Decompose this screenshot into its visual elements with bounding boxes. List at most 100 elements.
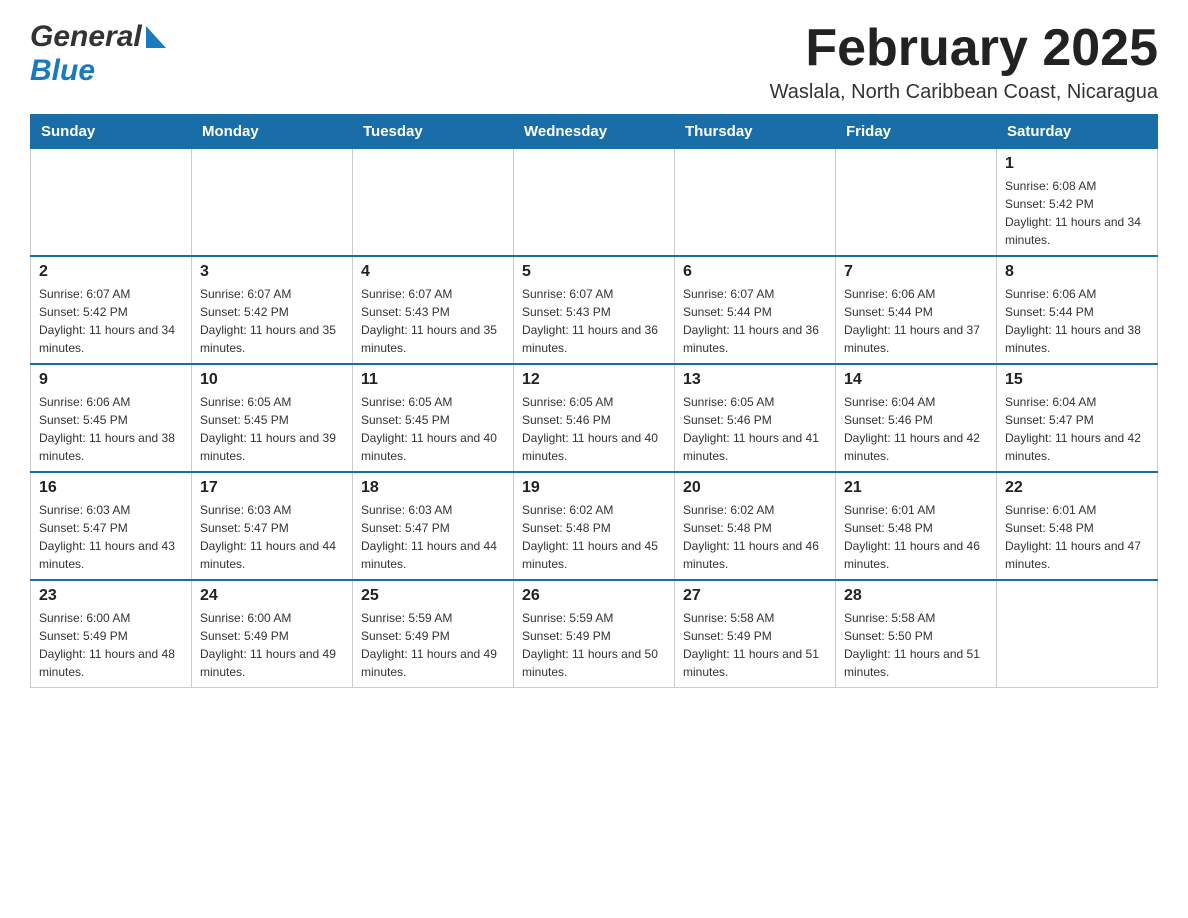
- sunset-text: Sunset: 5:44 PM: [844, 303, 988, 321]
- calendar-day-cell: 11Sunrise: 6:05 AMSunset: 5:45 PMDayligh…: [353, 364, 514, 472]
- calendar-day-cell: 2 Sunrise: 6:07 AMSunset: 5:42 PMDaylight…: [31, 256, 192, 364]
- calendar-day-cell: 9Sunrise: 6:06 AMSunset: 5:45 PMDaylight…: [31, 364, 192, 472]
- calendar-day-cell: 7 Sunrise: 6:06 AMSunset: 5:44 PMDaylight…: [836, 256, 997, 364]
- day-number: 16: [39, 479, 183, 497]
- calendar-day-cell: 15 Sunrise: 6:04 AMSunset: 5:47 PMDayligh…: [997, 364, 1158, 472]
- sunset-text: Sunset: 5:42 PM: [1005, 195, 1149, 213]
- day-number: 22: [1005, 479, 1149, 497]
- daylight-text: Daylight: 11 hours and 49 minutes.: [361, 645, 505, 681]
- day-info: Sunrise: 6:03 AMSunset: 5:47 PMDaylight:…: [361, 501, 505, 573]
- calendar-day-cell: 8Sunrise: 6:06 AMSunset: 5:44 PMDaylight…: [997, 256, 1158, 364]
- day-number: 17: [200, 479, 344, 497]
- sunset-text: Sunset: 5:45 PM: [200, 411, 344, 429]
- sunrise-text: Sunrise: 6:05 AM: [683, 393, 827, 411]
- day-number: 8: [1005, 263, 1149, 281]
- calendar-day-cell: 14Sunrise: 6:04 AMSunset: 5:46 PMDayligh…: [836, 364, 997, 472]
- day-number: 7: [844, 263, 988, 281]
- sunrise-text: Sunrise: 6:07 AM: [361, 285, 505, 303]
- calendar-day-cell: 23 Sunrise: 6:00 AMSunset: 5:49 PMDayligh…: [31, 580, 192, 688]
- sunset-text: Sunset: 5:49 PM: [683, 627, 827, 645]
- day-number: 25: [361, 587, 505, 605]
- day-number: 18: [361, 479, 505, 497]
- day-info: Sunrise: 6:07 AMSunset: 5:42 PMDaylight:…: [39, 285, 183, 357]
- sunset-text: Sunset: 5:49 PM: [522, 627, 666, 645]
- sunrise-text: Sunrise: 5:59 AM: [522, 609, 666, 627]
- sunrise-text: Sunrise: 6:07 AM: [39, 285, 183, 303]
- calendar-day-cell: 16 Sunrise: 6:03 AMSunset: 5:47 PMDayligh…: [31, 472, 192, 580]
- daylight-text: Daylight: 11 hours and 36 minutes.: [683, 321, 827, 357]
- day-info: Sunrise: 6:00 AMSunset: 5:49 PMDaylight:…: [200, 609, 344, 681]
- calendar-week-row: 1Sunrise: 6:08 AMSunset: 5:42 PMDaylight…: [31, 149, 1158, 257]
- day-number: 28: [844, 587, 988, 605]
- sunset-text: Sunset: 5:42 PM: [200, 303, 344, 321]
- sunset-text: Sunset: 5:42 PM: [39, 303, 183, 321]
- day-number: 10: [200, 371, 344, 389]
- sunrise-text: Sunrise: 6:00 AM: [200, 609, 344, 627]
- sunset-text: Sunset: 5:43 PM: [361, 303, 505, 321]
- day-info: Sunrise: 6:05 AMSunset: 5:46 PMDaylight:…: [683, 393, 827, 465]
- sunrise-text: Sunrise: 6:06 AM: [1005, 285, 1149, 303]
- day-info: Sunrise: 6:03 AMSunset: 5:47 PMDaylight:…: [39, 501, 183, 573]
- sunrise-text: Sunrise: 6:07 AM: [683, 285, 827, 303]
- daylight-text: Daylight: 11 hours and 49 minutes.: [200, 645, 344, 681]
- day-number: 2: [39, 263, 183, 281]
- logo-general-text: General: [30, 20, 142, 54]
- calendar-day-cell: 13Sunrise: 6:05 AMSunset: 5:46 PMDayligh…: [675, 364, 836, 472]
- calendar-day-cell: 28Sunrise: 5:58 AMSunset: 5:50 PMDayligh…: [836, 580, 997, 688]
- daylight-text: Daylight: 11 hours and 51 minutes.: [844, 645, 988, 681]
- calendar-week-row: 2Sunrise: 6:07 AMSunset: 5:42 PMDaylight…: [31, 256, 1158, 364]
- day-number: 20: [683, 479, 827, 497]
- daylight-text: Daylight: 11 hours and 44 minutes.: [200, 537, 344, 573]
- calendar-day-cell: 3Sunrise: 6:07 AMSunset: 5:42 PMDaylight…: [192, 256, 353, 364]
- daylight-text: Daylight: 11 hours and 46 minutes.: [844, 537, 988, 573]
- daylight-text: Daylight: 11 hours and 40 minutes.: [361, 429, 505, 465]
- calendar-day-cell: 4 Sunrise: 6:07 AMSunset: 5:43 PMDaylight…: [353, 256, 514, 364]
- calendar-day-cell: 10 Sunrise: 6:05 AMSunset: 5:45 PMDayligh…: [192, 364, 353, 472]
- sunset-text: Sunset: 5:44 PM: [683, 303, 827, 321]
- sunrise-text: Sunrise: 6:03 AM: [39, 501, 183, 519]
- calendar-day-cell: 1Sunrise: 6:08 AMSunset: 5:42 PMDaylight…: [997, 149, 1158, 257]
- sunrise-text: Sunrise: 5:58 AM: [683, 609, 827, 627]
- calendar-day-cell: 12 Sunrise: 6:05 AMSunset: 5:46 PMDayligh…: [514, 364, 675, 472]
- sunrise-text: Sunrise: 6:04 AM: [1005, 393, 1149, 411]
- daylight-text: Daylight: 11 hours and 46 minutes.: [683, 537, 827, 573]
- daylight-text: Daylight: 11 hours and 39 minutes.: [200, 429, 344, 465]
- day-number: 1: [1005, 155, 1149, 173]
- day-number: 19: [522, 479, 666, 497]
- sunrise-text: Sunrise: 6:03 AM: [200, 501, 344, 519]
- daylight-text: Daylight: 11 hours and 40 minutes.: [522, 429, 666, 465]
- calendar-day-cell: [514, 149, 675, 257]
- day-number: 15: [1005, 371, 1149, 389]
- day-number: 4: [361, 263, 505, 281]
- page-header: General Blue February 2025 Waslala, Nort…: [30, 20, 1158, 104]
- day-number: 12: [522, 371, 666, 389]
- daylight-text: Daylight: 11 hours and 42 minutes.: [844, 429, 988, 465]
- sunrise-text: Sunrise: 6:08 AM: [1005, 177, 1149, 195]
- calendar-day-cell: [675, 149, 836, 257]
- day-info: Sunrise: 6:00 AMSunset: 5:49 PMDaylight:…: [39, 609, 183, 681]
- daylight-text: Daylight: 11 hours and 36 minutes.: [522, 321, 666, 357]
- calendar-header-row: Sunday Monday Tuesday Wednesday Thursday…: [31, 115, 1158, 149]
- day-number: 26: [522, 587, 666, 605]
- month-year-title: February 2025: [770, 20, 1158, 77]
- day-info: Sunrise: 6:06 AMSunset: 5:44 PMDaylight:…: [844, 285, 988, 357]
- sunset-text: Sunset: 5:49 PM: [39, 627, 183, 645]
- day-info: Sunrise: 6:05 AMSunset: 5:45 PMDaylight:…: [361, 393, 505, 465]
- day-info: Sunrise: 6:05 AMSunset: 5:45 PMDaylight:…: [200, 393, 344, 465]
- daylight-text: Daylight: 11 hours and 38 minutes.: [1005, 321, 1149, 357]
- sunrise-text: Sunrise: 6:07 AM: [200, 285, 344, 303]
- day-number: 27: [683, 587, 827, 605]
- sunset-text: Sunset: 5:46 PM: [844, 411, 988, 429]
- day-number: 23: [39, 587, 183, 605]
- day-info: Sunrise: 6:05 AMSunset: 5:46 PMDaylight:…: [522, 393, 666, 465]
- day-info: Sunrise: 5:58 AMSunset: 5:49 PMDaylight:…: [683, 609, 827, 681]
- col-friday: Friday: [836, 115, 997, 149]
- day-info: Sunrise: 6:04 AMSunset: 5:47 PMDaylight:…: [1005, 393, 1149, 465]
- daylight-text: Daylight: 11 hours and 35 minutes.: [361, 321, 505, 357]
- day-number: 3: [200, 263, 344, 281]
- col-wednesday: Wednesday: [514, 115, 675, 149]
- sunrise-text: Sunrise: 6:05 AM: [522, 393, 666, 411]
- sunrise-text: Sunrise: 6:02 AM: [683, 501, 827, 519]
- day-info: Sunrise: 6:04 AMSunset: 5:46 PMDaylight:…: [844, 393, 988, 465]
- day-number: 24: [200, 587, 344, 605]
